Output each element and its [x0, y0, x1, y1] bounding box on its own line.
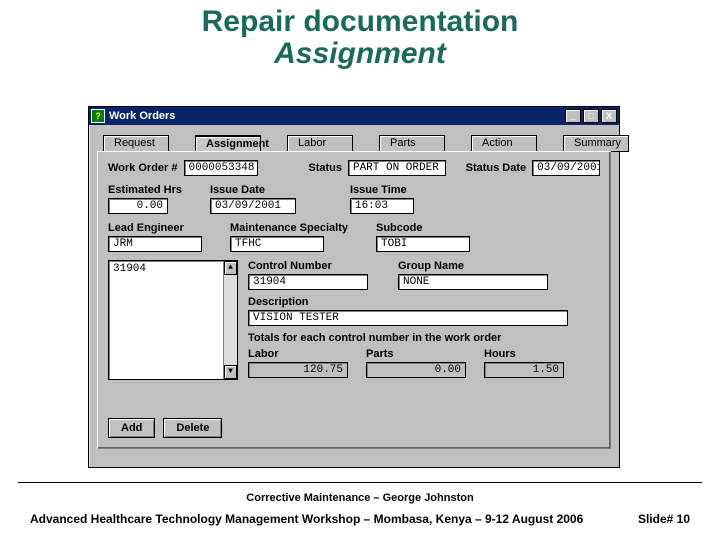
totals-parts-value: 0.00 — [366, 362, 466, 378]
issue-time-label: Issue Time — [350, 184, 414, 196]
work-orders-window: ? Work Orders _ □ X Request Assignment L… — [88, 106, 620, 468]
lead-eng-field[interactable]: JRM — [108, 236, 202, 252]
footer-line2-left: Advanced Healthcare Technology Managemen… — [30, 512, 583, 526]
assignment-panel: Work Order # 0000053348 Status PART ON O… — [97, 151, 611, 449]
status-label: Status — [308, 162, 342, 174]
scroll-up-button[interactable]: ▲ — [224, 261, 237, 275]
lead-eng-label: Lead Engineer — [108, 222, 202, 234]
footer-separator — [18, 482, 702, 483]
tab-labor[interactable]: Labor — [287, 135, 353, 152]
description-field[interactable]: VISION TESTER — [248, 310, 568, 326]
totals-heading: Totals for each control number in the wo… — [248, 332, 600, 344]
control-num-field[interactable]: 31904 — [248, 274, 368, 290]
minimize-button[interactable]: _ — [565, 109, 581, 123]
close-button[interactable]: X — [601, 109, 617, 123]
tab-request[interactable]: Request — [103, 135, 169, 152]
group-name-field[interactable]: NONE — [398, 274, 548, 290]
issue-date-field[interactable]: 03/09/2001 — [210, 198, 296, 214]
window-title: Work Orders — [109, 110, 565, 122]
group-name-label: Group Name — [398, 260, 548, 272]
slide-title-line2: Assignment — [0, 38, 720, 70]
work-order-label: Work Order # — [108, 162, 178, 174]
description-label: Description — [248, 296, 600, 308]
status-field[interactable]: PART ON ORDER — [348, 160, 446, 176]
footer-slide-number: Slide# 10 — [638, 512, 690, 526]
totals-labor-label: Labor — [248, 348, 348, 360]
est-hrs-label: Estimated Hrs — [108, 184, 182, 196]
delete-button[interactable]: Delete — [163, 418, 222, 438]
maint-spec-field[interactable]: TFHC — [230, 236, 324, 252]
totals-parts-label: Parts — [366, 348, 466, 360]
scroll-down-button[interactable]: ▼ — [224, 365, 237, 379]
tab-action[interactable]: Action — [471, 135, 537, 152]
footer-line1: Corrective Maintenance – George Johnston — [0, 492, 720, 504]
maint-spec-label: Maintenance Specialty — [230, 222, 348, 234]
listbox-scrollbar[interactable]: ▲ ▼ — [223, 261, 237, 379]
totals-labor-value: 120.75 — [248, 362, 348, 378]
totals-hours-value: 1.50 — [484, 362, 564, 378]
status-date-field[interactable]: 03/09/2001 — [532, 160, 600, 176]
work-order-field[interactable]: 0000053348 — [184, 160, 259, 176]
control-num-label: Control Number — [248, 260, 368, 272]
subcode-label: Subcode — [376, 222, 470, 234]
issue-date-label: Issue Date — [210, 184, 296, 196]
app-icon: ? — [91, 109, 105, 123]
slide-title-line1: Repair documentation — [0, 6, 720, 38]
tab-strip: Request Assignment Labor Parts Action Su… — [97, 131, 611, 152]
tab-assignment[interactable]: Assignment — [195, 135, 261, 152]
status-date-label: Status Date — [466, 162, 527, 174]
issue-time-field[interactable]: 16:03 — [350, 198, 414, 214]
maximize-button[interactable]: □ — [583, 109, 599, 123]
est-hrs-field[interactable]: 0.00 — [108, 198, 168, 214]
subcode-field[interactable]: TOBI — [376, 236, 470, 252]
add-button[interactable]: Add — [108, 418, 155, 438]
tab-parts[interactable]: Parts — [379, 135, 445, 152]
tab-summary[interactable]: Summary — [563, 135, 629, 152]
control-listbox[interactable]: 31904 ▲ ▼ — [108, 260, 238, 380]
totals-hours-label: Hours — [484, 348, 564, 360]
list-item[interactable]: 31904 — [109, 261, 237, 277]
titlebar: ? Work Orders _ □ X — [89, 107, 619, 125]
